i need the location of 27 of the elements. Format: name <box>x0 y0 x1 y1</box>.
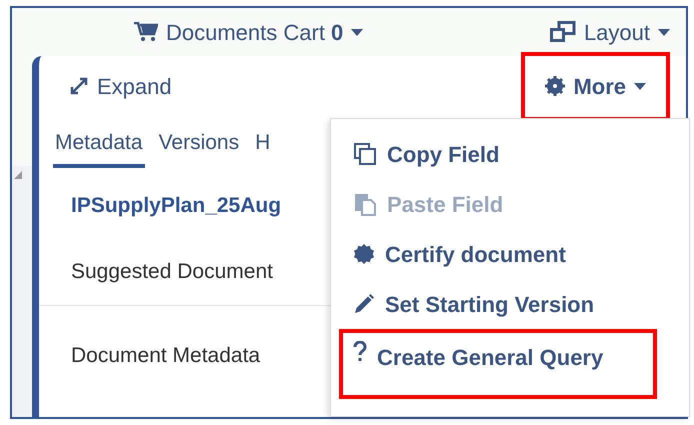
scroll-up-icon <box>14 171 24 179</box>
field-label: Document Metadata <box>71 343 260 369</box>
caret-icon <box>351 28 364 36</box>
menu-item[interactable]: Create General Query <box>343 333 653 395</box>
caret-icon <box>634 82 646 90</box>
tab[interactable]: H <box>253 126 272 168</box>
field-label: Suggested Document <box>71 258 273 284</box>
tab[interactable]: Versions <box>156 126 242 168</box>
paste-icon <box>353 192 377 216</box>
menu-item[interactable]: Set Starting Version <box>343 279 604 329</box>
more-button[interactable]: More <box>525 56 666 116</box>
document-title: IPSupplyPlan_25Aug <box>71 193 282 219</box>
documents-cart-button[interactable]: Documents Cart 0 <box>134 16 364 48</box>
cart-icon <box>134 22 158 42</box>
caret-icon <box>658 28 670 36</box>
expand-icon <box>69 76 89 96</box>
gear-icon <box>545 76 566 96</box>
pencil-icon <box>353 293 375 315</box>
badge-icon <box>353 243 375 265</box>
menu-item[interactable]: Copy Field <box>343 129 510 179</box>
tab[interactable]: Metadata <box>53 126 145 168</box>
windows-icon <box>550 21 576 43</box>
expand-button[interactable]: Expand <box>69 70 172 102</box>
layout-button[interactable]: Layout <box>550 16 670 48</box>
question-icon <box>353 341 367 363</box>
menu-item[interactable]: Certify document <box>343 229 576 279</box>
copy-icon <box>353 142 377 166</box>
